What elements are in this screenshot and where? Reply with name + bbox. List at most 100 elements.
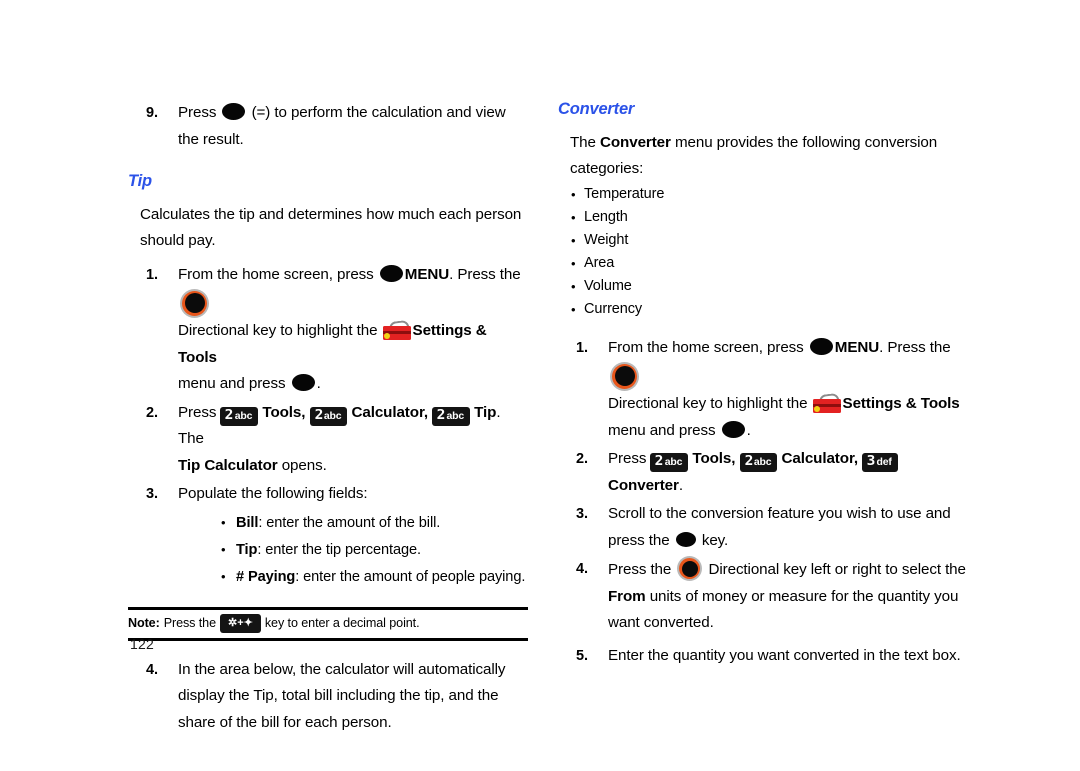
field-name: Bill: [236, 514, 259, 531]
step-text: .: [316, 375, 321, 392]
step-text: Enter the quantity you want converted in…: [608, 646, 961, 664]
converter-step-3: 3. Scroll to the conversion feature you w…: [558, 501, 978, 554]
page-number: 122: [130, 636, 154, 652]
intro-text-a: The: [570, 134, 600, 151]
tip-step-2: 2. Press 2 abc Tools, 2 abc Calculator, 2 ab…: [128, 400, 528, 480]
step-text: menu and press: [178, 375, 290, 392]
list-item: # Paying: enter the amount of people pay…: [220, 563, 528, 591]
field-name: Tip: [236, 541, 258, 558]
key-star-shift-icon: ✲+✦: [221, 614, 260, 632]
step-number: 3.: [146, 486, 158, 502]
step-text: In the area below, the calculator will a…: [178, 660, 506, 731]
step-text: opens.: [277, 456, 327, 474]
ok-key-icon: [379, 265, 403, 282]
ok-key-icon: [809, 338, 833, 355]
step-text: Press: [608, 450, 651, 467]
step-9: 9. Press (=) to perform the calculation a…: [128, 100, 528, 153]
toolbox-icon: [812, 392, 841, 413]
calculator-label: Calculator,: [781, 450, 859, 467]
continued-step-list: 9. Press (=) to perform the calculation a…: [128, 100, 528, 153]
settings-tools-label: Settings & Tools: [842, 395, 960, 412]
step-number: 5.: [576, 647, 588, 664]
step-text: units of money or measure for the quanti…: [608, 587, 959, 632]
tip-step-list: 1. From the home screen, press MENU. Pres…: [128, 262, 528, 591]
menu-label: MENU: [404, 266, 450, 283]
list-item: Weight: [570, 229, 978, 252]
calculator-label: Calculator,: [351, 403, 429, 421]
left-column: 9. Press (=) to perform the calculation a…: [128, 100, 528, 738]
step-text-a: Press: [178, 104, 221, 121]
menu-label: MENU: [834, 339, 880, 356]
field-desc: : enter the tip percentage.: [257, 541, 421, 558]
converter-step-list: 1. From the home screen, press MENU. Pres…: [558, 335, 978, 669]
step-text: Press: [178, 403, 221, 421]
directional-key-icon: [610, 361, 639, 391]
step-text: menu and press: [608, 421, 720, 439]
step-text: Directional key left or right to select …: [704, 561, 966, 578]
step-text: . Press the: [449, 266, 521, 283]
field-name: # Paying: [236, 568, 296, 585]
step-number: 4.: [576, 561, 588, 577]
note-box: Note: Press the ✲+✦ key to enter a decima…: [128, 606, 528, 641]
note-text-b: key to enter a decimal point.: [264, 615, 420, 630]
key-2-abc-icon: 2 abc: [310, 407, 347, 425]
converter-step-2: 2. Press 2 abc Tools, 2 abc Calculator, 3 de…: [558, 446, 978, 499]
key-3-def-icon: 3 def: [863, 454, 897, 471]
step-text: Populate the following fields:: [178, 485, 368, 502]
step-text: . Press the: [879, 339, 951, 356]
tip-label: Tip: [474, 403, 497, 421]
note-label: Note:: [128, 615, 160, 630]
tools-label: Tools,: [692, 450, 736, 467]
directional-key-icon: [180, 288, 209, 318]
step-text: Directional key to highlight the: [608, 395, 812, 412]
step-number: 3.: [576, 506, 588, 522]
converter-step-5: 5. Enter the quantity you want converted …: [558, 643, 978, 670]
step-text: .: [746, 421, 751, 439]
step-number: 1.: [576, 340, 588, 356]
list-item: Bill: enter the amount of the bill.: [220, 509, 528, 537]
directional-key-icon: [677, 556, 703, 581]
step-number: 2.: [576, 451, 588, 467]
step-number: 2.: [146, 404, 158, 421]
toolbox-icon: [382, 319, 411, 340]
page-title-converter: Converter: [558, 100, 635, 118]
tools-label: Tools,: [262, 403, 306, 421]
list-item: Area: [570, 252, 978, 275]
converter-label: Converter: [608, 476, 679, 494]
list-item: Volume: [570, 275, 978, 298]
step-number: 4.: [146, 661, 158, 678]
ok-key-icon: [721, 420, 745, 438]
step-number: 9.: [146, 105, 158, 121]
tip-step-4: 4. In the area below, the calculator will…: [128, 657, 528, 737]
step-text: .: [678, 476, 683, 494]
ok-key-icon: [291, 374, 315, 391]
page-title-tip: Tip: [128, 172, 152, 190]
note-content: Note: Press the ✲+✦ key to enter a decima…: [128, 614, 528, 632]
tip-step-list-continued: 4. In the area below, the calculator will…: [128, 657, 528, 737]
key-2-abc-icon: 2 abc: [433, 407, 469, 425]
field-desc: : enter the amount of people paying.: [295, 568, 526, 585]
tip-step-1: 1. From the home screen, press MENU. Pres…: [128, 262, 528, 398]
key-2-abc-icon: 2 abc: [221, 407, 258, 425]
tip-intro-paragraph: Calculates the tip and determines how mu…: [140, 206, 522, 249]
manual-page: 9. Press (=) to perform the calculation a…: [0, 0, 1080, 771]
step-text: Press the: [608, 561, 676, 578]
key-2-abc-icon: 2 abc: [740, 454, 777, 471]
ok-key-icon: [675, 531, 696, 547]
tip-step-3: 3.Populate the following fields: Bill: e…: [128, 481, 528, 591]
converter-label: Converter: [600, 134, 671, 151]
tip-calculator-label: Tip Calculator: [178, 456, 278, 474]
key-2-abc-icon: 2 abc: [651, 454, 688, 471]
field-desc: : enter the amount of the bill.: [258, 514, 441, 531]
step-text: key.: [697, 531, 729, 549]
converter-step-4: 4. Press the Directional key left or righ…: [558, 556, 978, 637]
converter-step-1: 1. From the home screen, press MENU. Pres…: [558, 335, 978, 444]
list-item: Temperature: [570, 183, 978, 206]
list-item: Length: [570, 206, 978, 229]
step-number: 1.: [146, 267, 158, 283]
ok-key-icon: [222, 103, 246, 120]
tip-field-list: Bill: enter the amount of the bill. Tip:…: [178, 509, 528, 591]
right-column: Converter The Converter menu provides th…: [558, 100, 978, 671]
step-text: From the home screen, press: [178, 266, 378, 283]
step-text: Scroll to the conversion feature you wis…: [608, 505, 951, 549]
